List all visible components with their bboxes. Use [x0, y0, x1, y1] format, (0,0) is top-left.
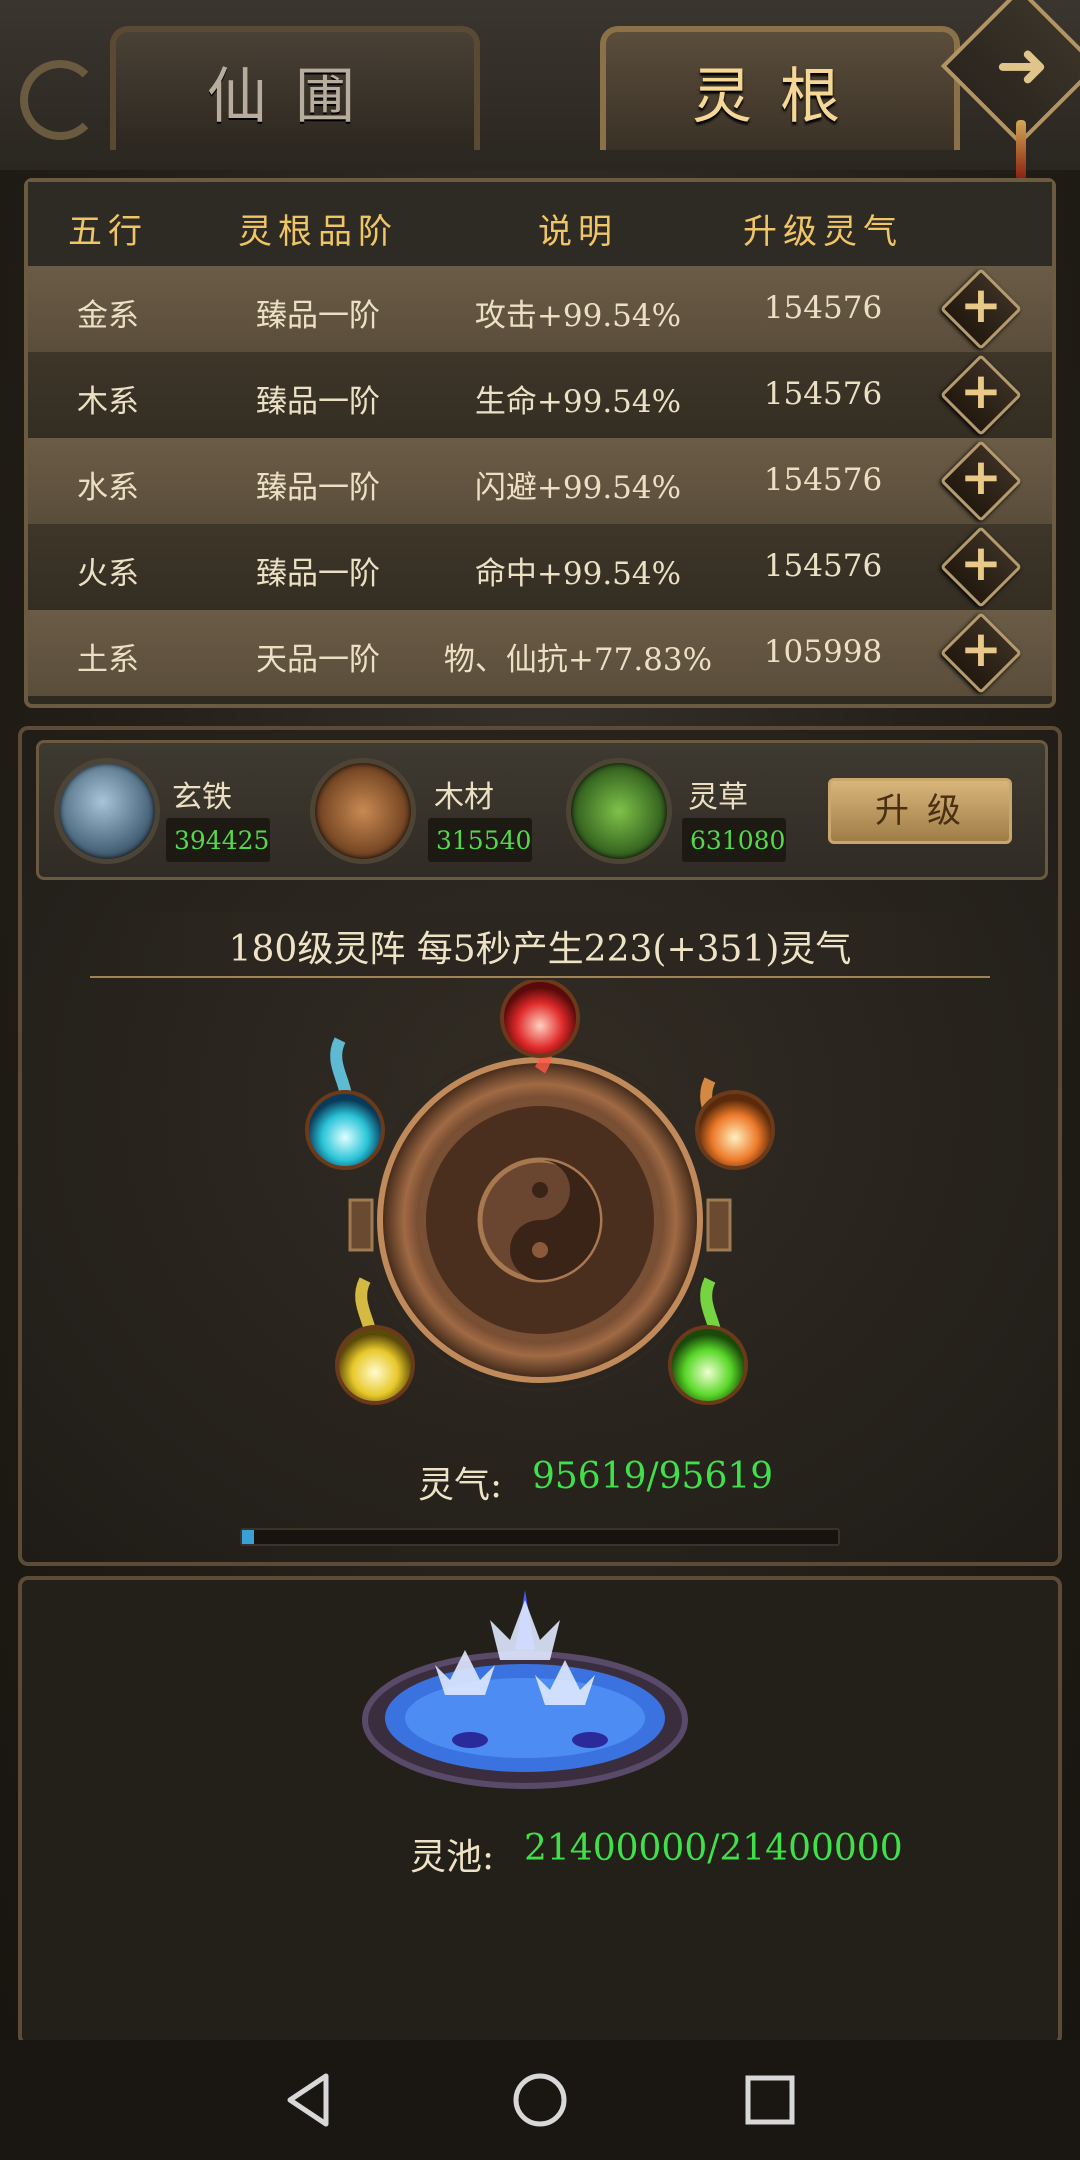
resource-value: 394425 — [174, 826, 270, 855]
arrow-right-icon: ➜ — [995, 29, 1049, 103]
row-desc: 命中+99.54% — [474, 556, 682, 592]
wood-icon — [310, 758, 416, 864]
tab-label: 仙圃 — [207, 61, 383, 132]
row-grade: 臻品一阶 — [256, 298, 380, 334]
back-icon[interactable] — [280, 2070, 340, 2130]
row-cost: 154576 — [763, 290, 883, 326]
row-desc: 闪避+99.54% — [474, 470, 682, 506]
spirit-pool-icon — [362, 1590, 688, 1789]
row-cost: 154576 — [763, 462, 883, 498]
table-row: 水系 臻品一阶 闪避+99.54% 154576 + — [28, 438, 1052, 524]
qi-progress-track — [240, 1528, 840, 1546]
plus-icon: + — [960, 276, 1002, 334]
tab-label: 灵根 — [692, 61, 868, 132]
row-element: 水系 — [77, 470, 139, 506]
qi-label: 灵气: — [418, 1465, 503, 1506]
tab-linggen[interactable]: 灵根 — [600, 26, 960, 150]
row-grade: 臻品一阶 — [256, 556, 380, 592]
table-row: 土系 天品一阶 物、仙抗+77.83% 105998 + — [28, 610, 1052, 696]
resource-name: 灵草 — [688, 780, 748, 815]
header-cost: 升级灵气 — [743, 212, 903, 252]
upgrade-button[interactable]: 升级 — [828, 778, 1012, 844]
herb-icon — [566, 758, 672, 864]
header-desc: 说明 — [538, 212, 618, 252]
plus-icon: + — [960, 534, 1002, 592]
resource-value: 631080 — [690, 826, 786, 855]
wood-orb-icon — [668, 1325, 748, 1405]
header-grade: 灵根品阶 — [238, 212, 398, 252]
resource-name: 玄铁 — [172, 780, 232, 815]
resource-name: 木材 — [434, 780, 494, 815]
spirit-array-artwork — [305, 980, 775, 1405]
plus-icon: + — [960, 448, 1002, 506]
plus-icon: + — [960, 620, 1002, 678]
plus-icon: + — [960, 362, 1002, 420]
row-grade: 臻品一阶 — [256, 384, 380, 420]
row-grade: 天品一阶 — [256, 642, 380, 678]
resource-value: 315540 — [436, 826, 532, 855]
row-element: 土系 — [77, 642, 139, 678]
row-grade: 臻品一阶 — [256, 470, 380, 506]
qi-value: 95619/95619 — [532, 1456, 774, 1497]
water-orb-icon — [305, 1090, 385, 1170]
row-element: 金系 — [77, 298, 139, 334]
table-row: 木系 臻品一阶 生命+99.54% 154576 + — [28, 352, 1052, 438]
recent-apps-icon[interactable] — [740, 2070, 800, 2130]
pool-label: 灵池: — [410, 1837, 495, 1878]
table-row: 火系 臻品一阶 命中+99.54% 154576 + — [28, 524, 1052, 610]
tassel-icon — [1016, 120, 1026, 180]
table-header: 五行 灵根品阶 说明 升级灵气 — [28, 182, 1052, 266]
row-cost: 154576 — [763, 376, 883, 412]
row-cost: 105998 — [763, 634, 883, 670]
row-element: 木系 — [77, 384, 139, 420]
row-desc: 攻击+99.54% — [474, 298, 682, 334]
qi-progress-fill — [242, 1530, 254, 1544]
table-row: 金系 臻品一阶 攻击+99.54% 154576 + — [28, 266, 1052, 352]
fire-orb-icon — [500, 980, 580, 1058]
pool-value: 21400000/21400000 — [524, 1828, 903, 1869]
metal-orb-icon — [335, 1325, 415, 1405]
tab-xianpu[interactable]: 仙圃 — [110, 26, 480, 150]
iron-icon — [54, 758, 160, 864]
header-element: 五行 — [68, 212, 148, 252]
home-icon[interactable] — [510, 2070, 570, 2130]
row-cost: 154576 — [763, 548, 883, 584]
spirit-root-table: 五行 灵根品阶 说明 升级灵气 金系 臻品一阶 攻击+99.54% 154576… — [24, 178, 1056, 708]
earth-orb-icon — [695, 1090, 775, 1170]
scroll-ornament-icon — [20, 60, 100, 140]
row-element: 火系 — [77, 556, 139, 592]
array-info-text: 180级灵阵 每5秒产生223(+351)灵气 — [228, 929, 852, 970]
row-desc: 物、仙抗+77.83% — [443, 642, 713, 678]
row-desc: 生命+99.54% — [474, 384, 682, 420]
